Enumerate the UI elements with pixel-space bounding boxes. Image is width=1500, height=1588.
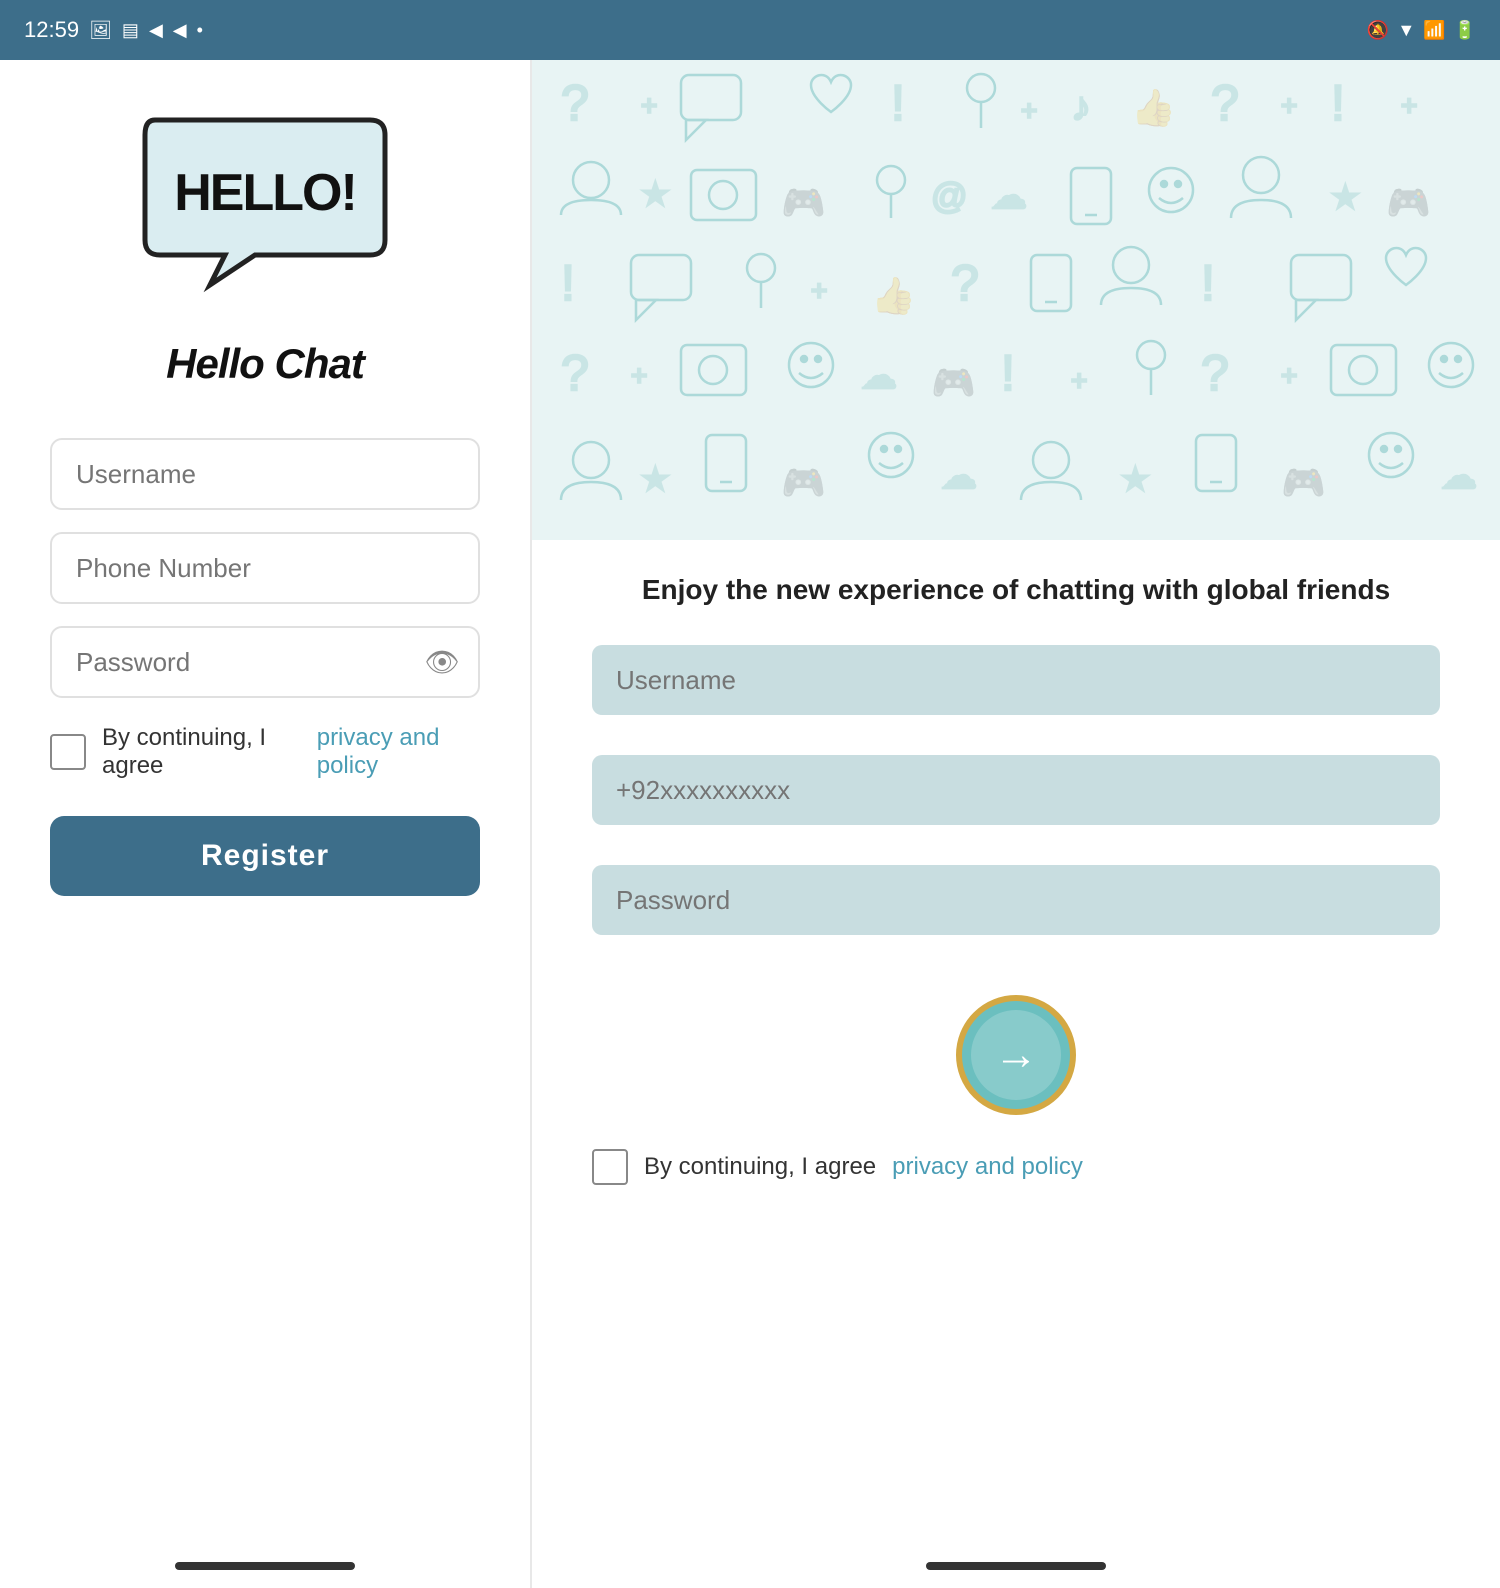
- battery-icon: 🔋: [1454, 20, 1476, 41]
- status-bar: 12:59 🖼 ▤ ◀ ◀ • 🔕 ▼ 📶 🔋: [0, 0, 1500, 60]
- photo-icon: 🖼: [89, 20, 112, 41]
- agree-row: By continuing, I agree privacy and polic…: [50, 724, 480, 780]
- nav-icon: ◀: [149, 20, 163, 41]
- svg-text:!: !: [1201, 255, 1215, 311]
- svg-text:+: +: [811, 275, 827, 306]
- svg-text:+: +: [1281, 90, 1297, 121]
- arrow-right-icon: →: [994, 1030, 1038, 1080]
- right-username-group: [592, 645, 1440, 733]
- signal-icon: 📶: [1423, 20, 1445, 41]
- submit-circle-button[interactable]: →: [956, 995, 1076, 1115]
- dot-icon: •: [197, 20, 203, 41]
- pattern-background: ? + ! + ♪ 👍 ? +: [532, 60, 1500, 540]
- status-time: 12:59: [24, 17, 79, 43]
- list-icon: ▤: [122, 20, 139, 41]
- username-form-group: [50, 438, 480, 510]
- agree-text: By continuing, I agree: [102, 724, 301, 780]
- svg-text:☁: ☁: [861, 355, 897, 396]
- svg-text:@: @: [931, 175, 968, 216]
- svg-text:☁: ☁: [1441, 455, 1477, 496]
- register-button[interactable]: Register: [50, 816, 480, 896]
- svg-text:🎮: 🎮: [931, 362, 976, 403]
- svg-text:👍: 👍: [871, 275, 916, 316]
- svg-text:☁: ☁: [941, 455, 977, 496]
- right-username-input[interactable]: [592, 645, 1440, 715]
- svg-text:★: ★: [1121, 461, 1150, 497]
- svg-text:+: +: [1021, 95, 1037, 126]
- svg-text:🎮: 🎮: [781, 462, 826, 503]
- svg-text:!: !: [891, 75, 905, 131]
- right-agree-row: By continuing, I agree privacy and polic…: [592, 1149, 1440, 1185]
- svg-text:?: ?: [1211, 75, 1239, 131]
- svg-text:🎮: 🎮: [1281, 462, 1326, 503]
- svg-text:♪: ♪: [1071, 85, 1091, 129]
- svg-text:★: ★: [641, 461, 670, 497]
- agree-link[interactable]: privacy and policy: [317, 724, 480, 780]
- right-password-group: [592, 865, 1440, 953]
- svg-text:🎮: 🎮: [781, 182, 826, 223]
- phone-form-group: [50, 532, 480, 604]
- svg-text:?: ?: [561, 345, 589, 401]
- mute-icon: 🔕: [1367, 20, 1389, 41]
- right-phone-input[interactable]: [592, 755, 1440, 825]
- submit-circle-inner: →: [971, 1010, 1061, 1100]
- svg-text:👍: 👍: [1131, 87, 1176, 128]
- svg-text:+: +: [631, 360, 647, 391]
- status-bar-left: 12:59 🖼 ▤ ◀ ◀ •: [24, 17, 203, 43]
- hello-bubble: HELLO!: [125, 100, 405, 320]
- app-title: Hello Chat: [166, 340, 364, 388]
- svg-text:+: +: [1401, 90, 1417, 121]
- status-bar-right: 🔕 ▼ 📶 🔋: [1367, 20, 1476, 41]
- svg-text:+: +: [1281, 360, 1297, 391]
- svg-text:!: !: [1001, 345, 1015, 401]
- svg-text:+: +: [1071, 365, 1087, 396]
- username-input[interactable]: [50, 438, 480, 510]
- right-content: Enjoy the new experience of chatting wit…: [532, 540, 1500, 1225]
- svg-text:!: !: [561, 255, 575, 311]
- right-panel: ? + ! + ♪ 👍 ? +: [532, 60, 1500, 1588]
- svg-text:+: +: [641, 90, 657, 121]
- bottom-bar-right: [926, 1562, 1106, 1570]
- right-agree-link[interactable]: privacy and policy: [892, 1153, 1083, 1181]
- main-content: HELLO! Hello Chat 👁 By continuing, I agr…: [0, 60, 1500, 1588]
- tagline: Enjoy the new experience of chatting wit…: [642, 570, 1390, 609]
- svg-text:🎮: 🎮: [1386, 182, 1431, 223]
- bottom-bar-left: [175, 1562, 355, 1570]
- svg-text:★: ★: [1331, 179, 1360, 215]
- eye-icon[interactable]: 👁: [424, 646, 460, 679]
- right-phone-group: [592, 755, 1440, 843]
- right-agree-checkbox[interactable]: [592, 1149, 628, 1185]
- agree-checkbox[interactable]: [50, 734, 86, 770]
- password-input[interactable]: [50, 626, 480, 698]
- svg-text:★: ★: [641, 176, 670, 212]
- svg-text:!: !: [1331, 75, 1345, 131]
- password-wrapper: 👁: [50, 626, 480, 698]
- svg-text:?: ?: [561, 75, 589, 131]
- svg-text:☁: ☁: [991, 175, 1027, 216]
- svg-text:?: ?: [1201, 345, 1229, 401]
- left-panel: HELLO! Hello Chat 👁 By continuing, I agr…: [0, 60, 530, 1588]
- right-password-input[interactable]: [592, 865, 1440, 935]
- nav2-icon: ◀: [173, 20, 187, 41]
- svg-text:HELLO!: HELLO!: [174, 164, 356, 222]
- right-agree-text: By continuing, I agree: [644, 1153, 876, 1181]
- password-form-group: 👁: [50, 626, 480, 698]
- svg-text:?: ?: [951, 255, 979, 311]
- wifi-icon: ▼: [1397, 20, 1415, 41]
- phone-input[interactable]: [50, 532, 480, 604]
